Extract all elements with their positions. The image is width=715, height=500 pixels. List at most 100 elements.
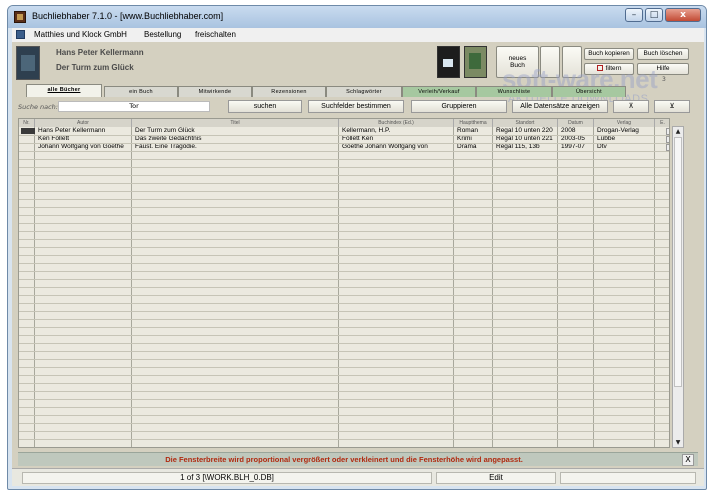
grid-row-line xyxy=(19,335,669,336)
grid-row-line xyxy=(19,247,669,248)
grid-row-line xyxy=(19,199,669,200)
grid-row-line xyxy=(19,263,669,264)
cell-verlag-2[interactable]: Lübbe xyxy=(594,135,655,143)
grid-row-line xyxy=(19,135,669,136)
tab-verleih-verkauf[interactable]: Verleih/Verkauf xyxy=(402,86,476,97)
cell-datum-3[interactable]: 1997-07 xyxy=(558,143,594,151)
cell-titel-1[interactable]: Der Turm zum Glück xyxy=(132,127,339,135)
book-cover-thumbnail xyxy=(16,46,40,80)
tab-schlagwoerter[interactable]: Schlagwörter xyxy=(326,86,402,97)
column-header-datum[interactable]: Datum xyxy=(558,119,594,127)
grid-row-line xyxy=(19,311,669,312)
grid-row-line xyxy=(19,167,669,168)
search-fields-button[interactable]: Suchfelder bestimmen xyxy=(308,100,404,113)
header-title: Der Turm zum Glück xyxy=(56,63,134,72)
tab-rezensionen[interactable]: Rezensionen xyxy=(252,86,326,97)
main-client-area: Hans Peter Kellermann Der Turm zum Glück… xyxy=(12,42,704,468)
info-message: Die Fensterbreite wird proportional verg… xyxy=(165,455,523,464)
delete-book-button[interactable]: Buch löschen xyxy=(637,48,689,60)
grid-row-line xyxy=(19,407,669,408)
menu-company[interactable]: Matthies und Klock GmbH xyxy=(34,30,127,39)
tab-alle-buecher[interactable]: alle Bücher xyxy=(26,84,102,97)
grid-row-line xyxy=(19,143,669,144)
grid-row-line xyxy=(19,303,669,304)
copy-book-button[interactable]: Buch kopieren xyxy=(584,48,634,60)
sort-up-button[interactable]: ⊼ xyxy=(613,100,649,113)
row-edit-box-2[interactable] xyxy=(666,136,669,143)
cell-standort-2[interactable]: Regal 10 unten 221 xyxy=(493,135,558,143)
menu-bar: Matthies und Klock GmbH Bestellung freis… xyxy=(12,28,704,42)
cell-titel-2[interactable]: Das zweite Gedächtnis xyxy=(132,135,339,143)
grid-row-line xyxy=(19,295,669,296)
cell-autor-3[interactable]: Johann Wolfgang von Goethe xyxy=(35,143,132,151)
scroll-up-icon[interactable]: ▲ xyxy=(673,127,683,136)
grid-row-line xyxy=(19,423,669,424)
cell-verlag-1[interactable]: Drogan-Verlag xyxy=(594,127,655,135)
tab-ein-buch[interactable]: ein Buch xyxy=(104,86,178,97)
cover-preview-image[interactable] xyxy=(437,46,460,78)
show-all-button[interactable]: Alle Datensätze anzeigen xyxy=(512,100,608,113)
group-button[interactable]: Gruppieren xyxy=(411,100,507,113)
column-header-hauptthema[interactable]: Hauptthema xyxy=(454,119,493,127)
grid-row-line xyxy=(19,399,669,400)
row-edit-box-1[interactable] xyxy=(666,128,669,135)
maximize-button[interactable]: □ xyxy=(645,8,663,22)
grid-row-line xyxy=(19,287,669,288)
grid-row-line xyxy=(19,255,669,256)
new-book-label-1: neues xyxy=(508,55,527,62)
column-header-buchindex[interactable]: Buchindex (Ed.) xyxy=(339,119,454,127)
grid-row-line xyxy=(19,191,669,192)
photo-preview-image[interactable] xyxy=(464,46,487,78)
column-header-titel[interactable]: Titel xyxy=(132,119,339,127)
grid-row-line xyxy=(19,327,669,328)
grid-row-line xyxy=(19,359,669,360)
menu-bestellung[interactable]: Bestellung xyxy=(144,30,181,39)
column-header-e[interactable]: E. xyxy=(655,119,669,127)
search-button[interactable]: suchen xyxy=(228,100,302,113)
cell-index-3[interactable]: Goethe Johann Wolfgang von xyxy=(339,143,454,151)
cell-autor-1[interactable]: Hans Peter Kellermann xyxy=(35,127,132,135)
grid-row-line xyxy=(19,367,669,368)
cell-standort-1[interactable]: Regal 10 unten 220 xyxy=(493,127,558,135)
books-table: Nr. Autor Titel Buchindex (Ed.) Hauptthe… xyxy=(18,118,670,448)
header-author: Hans Peter Kellermann xyxy=(56,48,144,57)
cell-datum-2[interactable]: 2003-05 xyxy=(558,135,594,143)
grid-row-line xyxy=(19,239,669,240)
menu-freischalten[interactable]: freischalten xyxy=(195,30,236,39)
grid-row-line xyxy=(19,175,669,176)
cell-verlag-3[interactable]: Dtv xyxy=(594,143,655,151)
status-empty xyxy=(560,472,696,484)
cell-thema-1[interactable]: Roman xyxy=(454,127,493,135)
sort-down-button[interactable]: ⊻ xyxy=(654,100,690,113)
column-header-autor[interactable]: Autor xyxy=(35,119,132,127)
status-mode: Edit xyxy=(436,472,556,484)
grid-row-line xyxy=(19,439,669,440)
row-edit-box-3[interactable] xyxy=(666,144,669,151)
cell-standort-3[interactable]: Regal 115, 13b xyxy=(493,143,558,151)
window-title: Buchliebhaber 7.1.0 - [www.Buchliebhaber… xyxy=(32,11,224,21)
close-button[interactable]: x xyxy=(665,8,701,22)
column-header-nr[interactable]: Nr. xyxy=(19,119,35,127)
current-row-marker xyxy=(21,128,35,134)
tab-uebersicht[interactable]: Übersicht xyxy=(552,86,626,97)
grid-row-line xyxy=(19,151,669,152)
column-header-verlag[interactable]: Verlag xyxy=(594,119,655,127)
cell-thema-2[interactable]: Krimi xyxy=(454,135,493,143)
tab-mitwirkende[interactable]: Mitwirkende xyxy=(178,86,252,97)
cell-index-1[interactable]: Kellermann, H.P. xyxy=(339,127,454,135)
cell-titel-3[interactable]: Faust. Eine Tragödie. xyxy=(132,143,339,151)
cell-index-2[interactable]: Follett Ken xyxy=(339,135,454,143)
grid-row-line xyxy=(19,343,669,344)
vertical-scrollbar[interactable]: ▲ ▼ xyxy=(672,126,684,448)
tab-wunschliste[interactable]: Wunschliste xyxy=(476,86,552,97)
scroll-thumb[interactable] xyxy=(674,137,682,387)
scroll-down-icon[interactable]: ▼ xyxy=(673,438,683,447)
grid-row-line xyxy=(19,415,669,416)
search-input[interactable]: Tor xyxy=(58,101,210,112)
cell-datum-1[interactable]: 2008 xyxy=(558,127,594,135)
cell-thema-3[interactable]: Drama xyxy=(454,143,493,151)
minimize-button[interactable]: – xyxy=(625,8,643,22)
info-close-button[interactable]: X xyxy=(682,454,694,466)
cell-autor-2[interactable]: Ken Follett xyxy=(35,135,132,143)
column-header-standort[interactable]: Standort xyxy=(493,119,558,127)
